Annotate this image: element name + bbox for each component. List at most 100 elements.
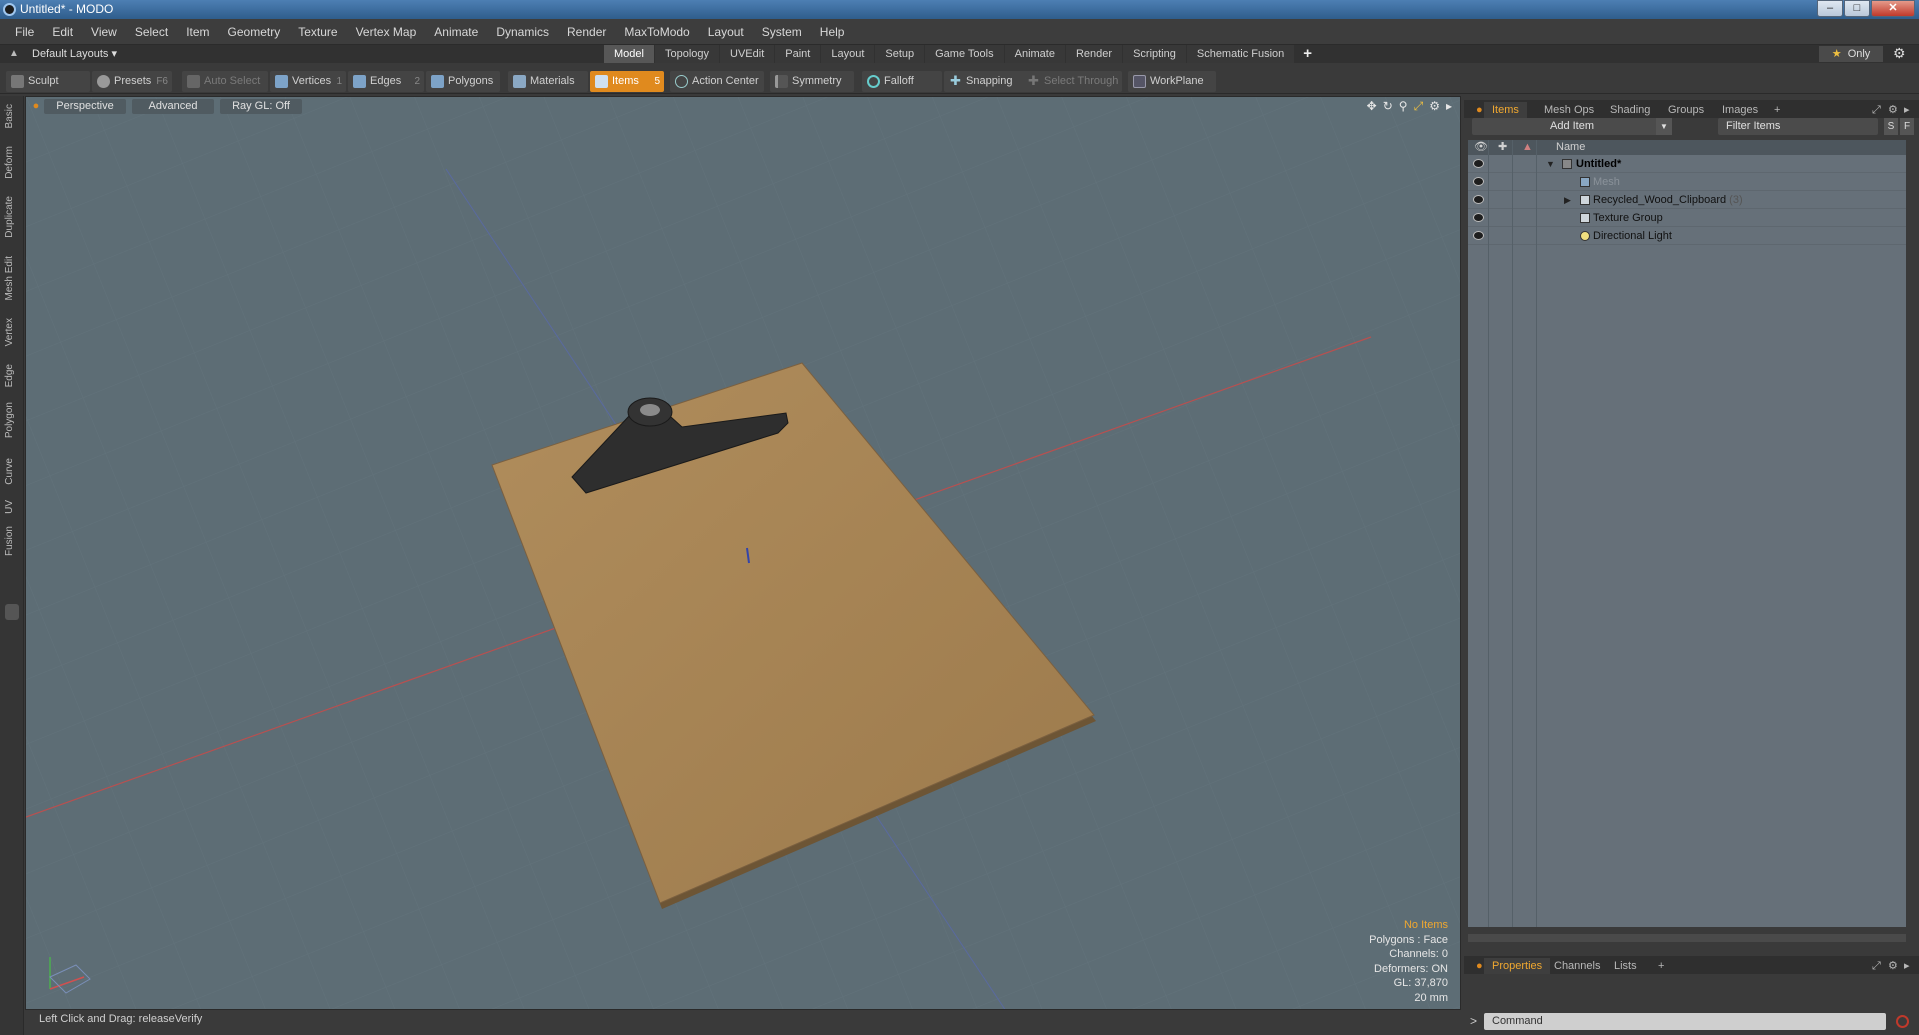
strip-polygon[interactable]: Polygon	[4, 402, 15, 438]
action-center-button[interactable]: Action Center	[670, 71, 764, 92]
menu-item[interactable]: Item	[177, 25, 218, 39]
tab-shading[interactable]: Shading	[1602, 102, 1658, 118]
menu-view[interactable]: View	[82, 25, 126, 39]
menu-render[interactable]: Render	[558, 25, 615, 39]
list-item-directional-light[interactable]: Directional Light	[1468, 227, 1906, 245]
minimize-button[interactable]: –	[1817, 0, 1843, 17]
edges-button[interactable]: Edges 2	[348, 71, 424, 92]
tab-render[interactable]: Render	[1065, 45, 1123, 63]
3d-viewport[interactable]: ● Perspective Advanced Ray GL: Off ✥ ↻ ⚲…	[25, 96, 1461, 1010]
strip-mesh-edit[interactable]: Mesh Edit	[4, 256, 15, 300]
render-column-icon[interactable]: ▲	[1522, 140, 1533, 155]
falloff-button[interactable]: Falloff	[862, 71, 942, 92]
menu-texture[interactable]: Texture	[289, 25, 346, 39]
zoom-view-icon[interactable]: ⚲	[1399, 99, 1408, 114]
name-column-header[interactable]: Name	[1556, 140, 1585, 155]
list-item-untitled[interactable]: ▼ Untitled*	[1468, 155, 1906, 173]
strip-curve[interactable]: Curve	[4, 458, 15, 485]
menu-select[interactable]: Select	[126, 25, 177, 39]
tab-scripting[interactable]: Scripting	[1123, 45, 1186, 63]
add-properties-tab-button[interactable]: +	[1650, 958, 1672, 974]
vertices-button[interactable]: Vertices 1	[270, 71, 346, 92]
menu-edit[interactable]: Edit	[43, 25, 82, 39]
tab-channels[interactable]: Channels	[1546, 958, 1608, 974]
filter-s-button[interactable]: S	[1884, 118, 1898, 135]
rotate-view-icon[interactable]: ↻	[1383, 99, 1393, 114]
tab-groups[interactable]: Groups	[1660, 102, 1712, 118]
eye-icon[interactable]	[1473, 159, 1484, 168]
close-button[interactable]: ✕	[1871, 0, 1915, 17]
sculpt-button[interactable]: Sculpt	[6, 71, 90, 92]
strip-edge[interactable]: Edge	[4, 364, 15, 387]
only-toggle-button[interactable]: ★ Only	[1819, 46, 1883, 62]
tab-setup[interactable]: Setup	[875, 45, 925, 63]
properties-more-icon[interactable]: ▸	[1896, 958, 1918, 974]
expand-arrow-icon[interactable]: ▶	[1564, 191, 1571, 209]
advanced-dropdown[interactable]: Advanced	[132, 99, 214, 114]
lock-column-icon[interactable]: ✚	[1498, 140, 1507, 155]
presets-button[interactable]: Presets F6	[92, 71, 172, 92]
workplane-button[interactable]: WorkPlane	[1128, 71, 1216, 92]
perspective-dropdown[interactable]: Perspective	[44, 99, 126, 114]
eye-icon[interactable]	[1473, 177, 1484, 186]
fit-view-icon[interactable]: ⤢	[1414, 99, 1424, 114]
panel-more-icon[interactable]: ▸	[1896, 102, 1918, 118]
menu-system[interactable]: System	[753, 25, 811, 39]
menu-file[interactable]: File	[6, 25, 43, 39]
expand-arrow-icon[interactable]: ▼	[1546, 155, 1555, 173]
tab-mesh-ops[interactable]: Mesh Ops	[1536, 102, 1602, 118]
menu-animate[interactable]: Animate	[425, 25, 487, 39]
symmetry-button[interactable]: Symmetry	[770, 71, 854, 92]
tab-game-tools[interactable]: Game Tools	[925, 45, 1004, 63]
list-item-texture-group[interactable]: Texture Group	[1468, 209, 1906, 227]
select-through-button[interactable]: ✚ Select Through	[1022, 71, 1122, 92]
tab-paint[interactable]: Paint	[775, 45, 821, 63]
tab-lists[interactable]: Lists	[1606, 958, 1645, 974]
eye-icon[interactable]	[1473, 213, 1484, 222]
maximize-button[interactable]: □	[1844, 0, 1870, 17]
move-view-icon[interactable]: ✥	[1367, 99, 1377, 114]
menu-geometry[interactable]: Geometry	[219, 25, 290, 39]
tab-schematic-fusion[interactable]: Schematic Fusion	[1186, 45, 1295, 63]
strip-basic[interactable]: Basic	[4, 104, 15, 128]
filter-items-input[interactable]: Filter Items	[1718, 118, 1878, 135]
materials-button[interactable]: Materials	[508, 71, 588, 92]
polygons-button[interactable]: Polygons	[426, 71, 500, 92]
strip-fusion[interactable]: Fusion	[4, 526, 15, 556]
strip-collapse-handle[interactable]	[5, 604, 19, 620]
visibility-column-icon[interactable]: 👁	[1474, 140, 1488, 155]
item-list-scrollbar[interactable]	[1468, 934, 1906, 942]
strip-vertex[interactable]: Vertex	[4, 318, 15, 346]
strip-duplicate[interactable]: Duplicate	[4, 196, 15, 238]
strip-uv[interactable]: UV	[4, 500, 15, 514]
list-item-recycled-wood-clipboard[interactable]: ▶ Recycled_Wood_Clipboard (3)	[1468, 191, 1906, 209]
tab-items[interactable]: Items	[1484, 102, 1527, 118]
raygl-dropdown[interactable]: Ray GL: Off	[220, 99, 302, 114]
menu-vertex-map[interactable]: Vertex Map	[347, 25, 426, 39]
tab-animate[interactable]: Animate	[1004, 45, 1065, 63]
viewport-more-icon[interactable]: ▸	[1446, 99, 1452, 114]
filter-f-button[interactable]: F	[1900, 118, 1914, 135]
command-stop-icon[interactable]	[1896, 1015, 1909, 1028]
add-panel-tab-button[interactable]: +	[1766, 102, 1788, 118]
eye-icon[interactable]	[1473, 231, 1484, 240]
collapse-up-icon[interactable]: ▲	[9, 48, 19, 59]
menu-dynamics[interactable]: Dynamics	[487, 25, 558, 39]
menu-help[interactable]: Help	[811, 25, 854, 39]
snapping-button[interactable]: ✚ Snapping	[944, 71, 1026, 92]
default-layouts-dropdown[interactable]: Default Layouts ▾	[32, 47, 117, 60]
viewport-menu-dot-icon[interactable]: ●	[31, 99, 41, 114]
command-input[interactable]: Command	[1484, 1013, 1886, 1030]
tab-properties[interactable]: Properties	[1484, 958, 1551, 974]
viewport-settings-icon[interactable]: ⚙	[1429, 99, 1440, 114]
tab-uvedit[interactable]: UVEdit	[720, 45, 775, 63]
auto-select-button[interactable]: Auto Select	[182, 71, 268, 92]
items-button[interactable]: Items 5	[590, 71, 664, 92]
menu-layout[interactable]: Layout	[699, 25, 753, 39]
add-tab-button[interactable]: +	[1295, 45, 1320, 63]
eye-icon[interactable]	[1473, 195, 1484, 204]
add-item-button[interactable]: Add Item ▼	[1472, 118, 1672, 135]
strip-deform[interactable]: Deform	[4, 146, 15, 179]
list-item-mesh[interactable]: Mesh	[1468, 173, 1906, 191]
tab-model[interactable]: Model	[604, 45, 654, 63]
